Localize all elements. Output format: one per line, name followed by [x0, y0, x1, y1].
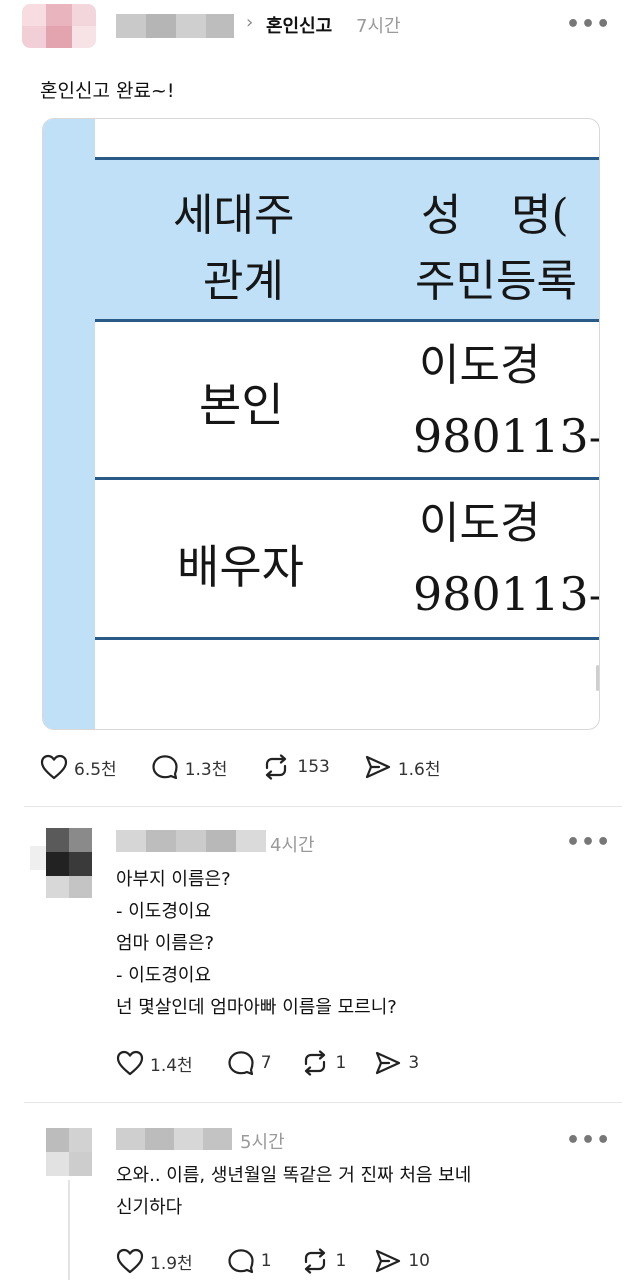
image-scrollbar	[596, 665, 599, 691]
comment-count: 7	[260, 1053, 272, 1073]
row-name: 이도경	[419, 340, 541, 391]
row-number: 980113–	[413, 567, 600, 621]
more-icon[interactable]: •••	[566, 12, 611, 37]
comment-text: 아부지 이름은? - 이도경이요 엄마 이름은? - 이도경이요 넌 몇살인데 …	[116, 864, 397, 1024]
comment-button[interactable]: 7	[227, 1050, 272, 1076]
chevron-right-icon: ›	[246, 12, 254, 33]
community-link[interactable]: 혼인신고	[266, 12, 332, 38]
like-count: 1.9천	[150, 1253, 193, 1274]
divider	[24, 1102, 622, 1103]
more-icon[interactable]: •••	[566, 1128, 611, 1153]
row-relation: 본인	[199, 378, 284, 432]
comment-line: 신기하다	[116, 1197, 183, 1218]
like-button[interactable]: 1.9천	[116, 1248, 193, 1274]
image-left-band	[43, 119, 95, 729]
repost-count: 1	[335, 1053, 347, 1073]
row-name: 이도경	[419, 498, 541, 549]
row-number: 980113–	[413, 409, 600, 463]
share-count: 10	[408, 1251, 430, 1271]
header-name-2: 명(	[511, 190, 569, 241]
comment-time: 5시간	[240, 1132, 285, 1153]
avatar[interactable]	[46, 1128, 92, 1176]
repost-count: 1	[335, 1251, 347, 1271]
comment-button[interactable]: 1.3천	[151, 754, 228, 780]
comment-line: 아부지 이름은?	[116, 869, 231, 890]
share-icon	[376, 1249, 401, 1273]
comment-line: 넌 몇살인데 엄마아빠 이름을 모르니?	[116, 997, 397, 1018]
share-icon	[376, 1051, 401, 1075]
comment-time: 4시간	[270, 835, 315, 856]
like-count: 6.5천	[74, 759, 117, 780]
table-rule	[95, 477, 599, 480]
like-button[interactable]: 6.5천	[40, 754, 117, 780]
repost-button[interactable]: 153	[261, 754, 330, 780]
comment-actions: 1.9천 1 1 10	[116, 1248, 464, 1274]
header-resident-number: 주민등록	[415, 256, 577, 307]
repost-button[interactable]: 1	[300, 1050, 347, 1076]
post-actions: 6.5천 1.3천 153 1.6천	[40, 754, 475, 780]
share-button[interactable]: 1.6천	[364, 754, 441, 780]
row-relation: 배우자	[177, 540, 304, 594]
repost-icon	[304, 1248, 325, 1274]
comment-icon	[228, 1051, 254, 1076]
thread-line	[68, 1180, 70, 1280]
comment-count: 1.3천	[184, 759, 228, 780]
comment-line: 오와.. 이름, 생년월일 똑같은 거 진짜 처음 보네	[116, 1165, 472, 1186]
like-count: 1.4천	[150, 1055, 193, 1076]
username[interactable]	[116, 14, 234, 38]
header-householder: 세대주	[173, 190, 295, 241]
share-button[interactable]: 10	[374, 1248, 430, 1274]
table-rule	[95, 157, 599, 160]
avatar[interactable]	[46, 828, 92, 898]
share-button[interactable]: 3	[374, 1050, 419, 1076]
repost-icon	[266, 754, 287, 780]
share-count: 3	[408, 1053, 420, 1073]
comment-count: 1	[260, 1251, 272, 1271]
comment-button[interactable]: 1	[227, 1248, 272, 1274]
header-name-1: 성	[421, 190, 462, 241]
repost-button[interactable]: 1	[300, 1248, 347, 1274]
avatar[interactable]	[22, 4, 96, 48]
header-relation: 관계	[203, 256, 284, 307]
share-icon	[365, 755, 390, 779]
comment-text: 오와.. 이름, 생년월일 똑같은 거 진짜 처음 보네 신기하다	[116, 1160, 471, 1224]
username[interactable]	[116, 830, 266, 852]
table-rule	[95, 319, 599, 322]
username[interactable]	[116, 1128, 232, 1150]
comment-icon	[228, 1249, 254, 1274]
comment-line: - 이도경이요	[116, 901, 212, 922]
comment-actions: 1.4천 7 1 3	[116, 1050, 453, 1076]
heart-icon	[116, 1050, 144, 1076]
heart-icon	[40, 754, 68, 780]
divider	[24, 806, 622, 807]
share-count: 1.6천	[397, 759, 441, 780]
repost-icon	[304, 1050, 325, 1076]
post-image[interactable]: 세대주 관계 성 명( 주민등록 본인 이도경 980113– 배우자 이도경 …	[42, 118, 600, 730]
post-time: 7시간	[356, 16, 401, 37]
more-icon[interactable]: •••	[566, 830, 611, 855]
comment-line: - 이도경이요	[116, 965, 212, 986]
comment-line: 엄마 이름은?	[116, 933, 215, 954]
comment-icon	[152, 755, 178, 780]
like-button[interactable]: 1.4천	[116, 1050, 193, 1076]
heart-icon	[116, 1248, 144, 1274]
repost-count: 153	[297, 757, 330, 777]
avatar-blur-edge	[30, 846, 46, 870]
table-rule	[95, 637, 599, 640]
post-text: 혼인신고 완료~!	[40, 80, 175, 102]
